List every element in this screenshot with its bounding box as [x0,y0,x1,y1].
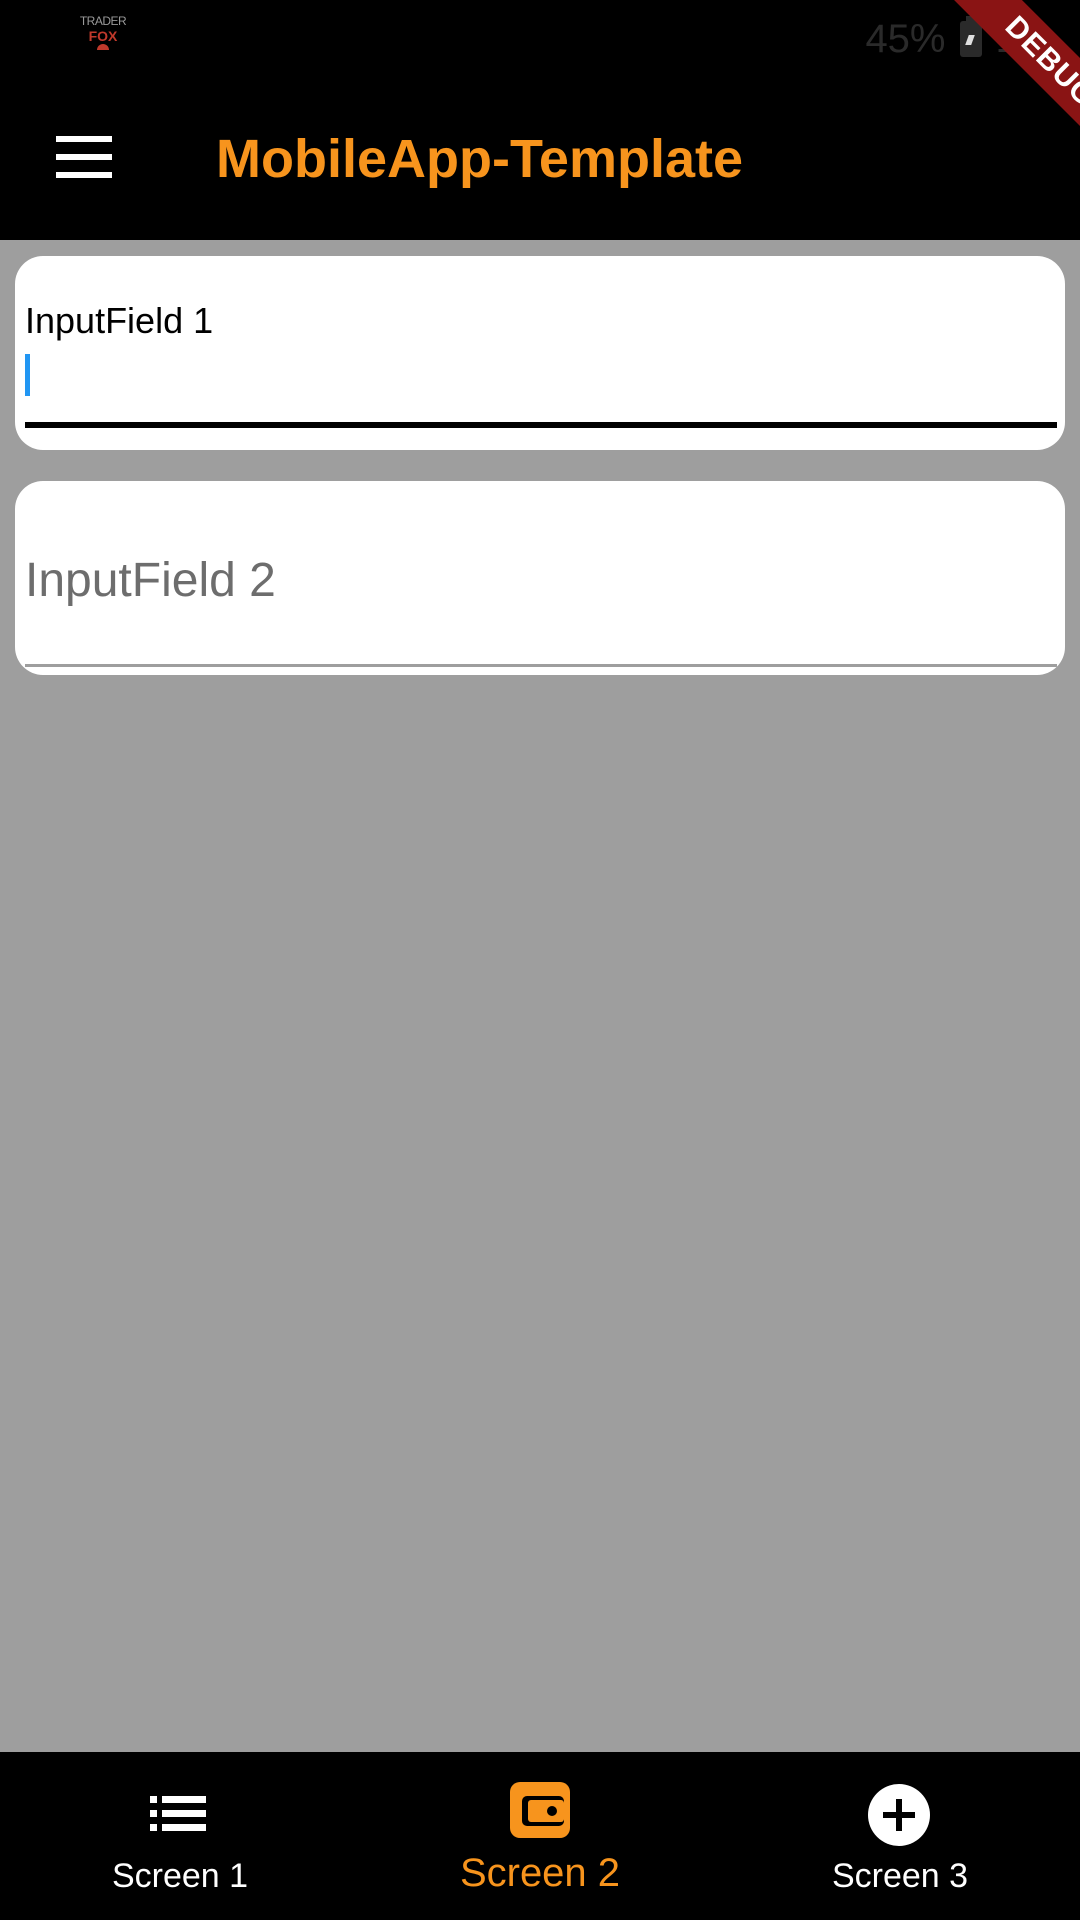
menu-line [56,154,112,160]
nav-label-screen-2: Screen 2 [459,1851,621,1895]
input-field-2-underline [25,664,1057,667]
input-field-2-label: InputField 2 [25,554,276,607]
nav-item-screen-2[interactable]: Screen 2 [360,1752,720,1920]
text-cursor [25,354,30,396]
debug-banner: DEBUG [900,0,1080,180]
logo-text-top: TRADER [79,14,127,28]
add-circle-icon [868,1784,930,1846]
hamburger-menu-icon[interactable] [56,136,112,178]
input-field-1-label: InputField 1 [25,300,214,341]
input-field-1-underline [25,422,1057,428]
fox-icon [97,44,109,50]
bottom-navigation: Screen 1 Screen 2 Screen 3 [0,1752,1080,1920]
menu-line [56,136,112,142]
trader-fox-logo: TRADER FOX [78,14,128,60]
wallet-icon [510,1782,570,1838]
list-icon [150,1796,206,1831]
menu-line [56,172,112,178]
nav-label-screen-1: Screen 1 [111,1857,249,1895]
main-content: InputField 1 InputField 2 [0,240,1080,1752]
nav-label-screen-3: Screen 3 [831,1857,969,1895]
page-title: MobileApp-Template [216,129,744,189]
logo-text-bottom: FOX [88,28,118,44]
debug-banner-label: DEBUG [948,0,1080,164]
nav-item-screen-1[interactable]: Screen 1 [0,1752,360,1920]
nav-item-screen-3[interactable]: Screen 3 [720,1752,1080,1920]
input-card-2[interactable]: InputField 2 [15,481,1065,675]
input-card-1[interactable]: InputField 1 [15,256,1065,450]
